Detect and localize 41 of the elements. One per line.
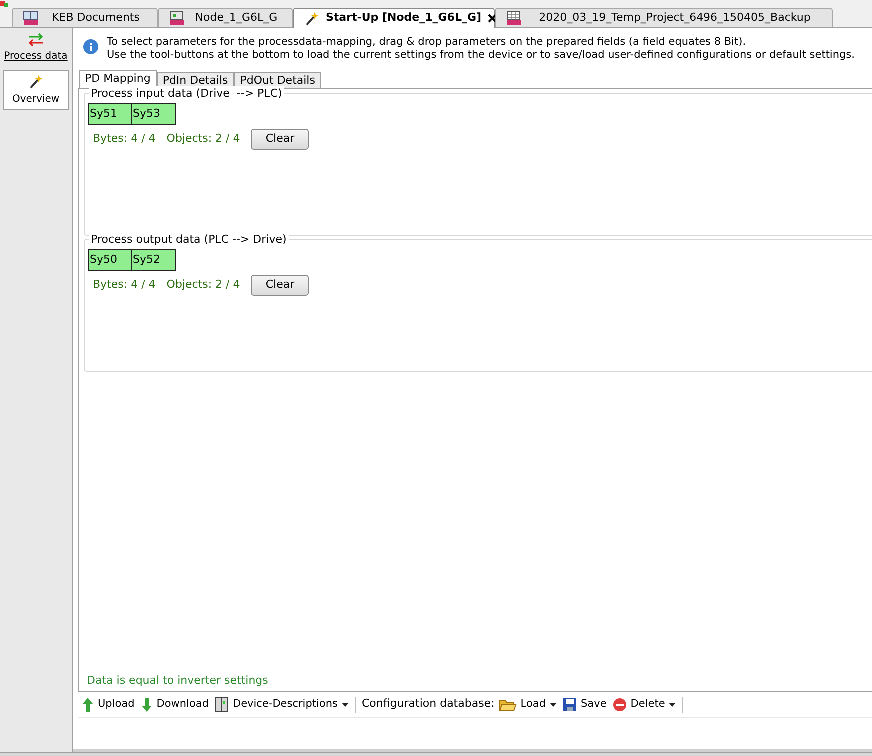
delete-icon — [612, 698, 627, 712]
clear-button[interactable]: Clear — [251, 129, 310, 150]
book-icon — [23, 11, 39, 25]
group-title: Process input data (Drive --> PLC) — [89, 86, 284, 102]
info-text: To select parameters for the processdata-mapping, drag & drop parameters on the prepared fields (a field equates 8 Bit). Use the tool-buttons at the bottom to load the current settings from the device or to save/load user-defined configurations or default settings. — [107, 36, 855, 62]
close-icon[interactable] — [488, 14, 497, 23]
toolbar-button[interactable]: Delete — [612, 696, 676, 712]
bytes-count: Bytes: 4 / 4 — [93, 131, 156, 148]
toolbar-button[interactable]: Download — [140, 696, 209, 712]
toolbar-button[interactable]: Save — [563, 696, 607, 712]
document-tab[interactable]: 2020_03_19_Temp_Project_6496_150405_Backup — [495, 8, 833, 27]
document-tab[interactable]: Node_1_G6L_G — [158, 8, 293, 27]
table-grid-icon — [506, 11, 522, 25]
objects-count: Objects: 2 / 4 — [166, 131, 240, 148]
wand-icon — [304, 10, 320, 26]
wand-icon — [28, 74, 44, 90]
toolbar-label: Configuration database: — [362, 696, 495, 712]
status-text: Data is equal to inverter settings — [86, 673, 270, 689]
bytes-count: Bytes: 4 / 4 — [93, 277, 156, 294]
toolbar-button[interactable]: Upload — [82, 696, 135, 712]
info-icon — [83, 39, 99, 55]
tab[interactable]: PdOut Details — [234, 72, 322, 88]
mapped-field[interactable]: Sy50 — [88, 249, 132, 271]
toolbar-button[interactable]: Device-Descriptions — [215, 696, 349, 712]
document-tab[interactable]: KEB Documents — [12, 8, 158, 27]
device-grid-icon — [169, 11, 185, 25]
app-icon — [0, 0, 8, 7]
up-arrow-icon — [82, 696, 94, 712]
swap-arrows-icon — [27, 32, 45, 46]
document-tab[interactable]: Start-Up [Node_1_G6L_G] — [293, 8, 495, 28]
objects-count: Objects: 2 / 4 — [166, 277, 240, 294]
down-arrow-icon — [140, 696, 153, 712]
group-title: Process output data (PLC --> Drive) — [89, 232, 289, 248]
mapped-field[interactable]: Sy52 — [132, 249, 176, 271]
mapped-field[interactable]: Sy53 — [132, 103, 176, 125]
toolbar-button[interactable]: Load — [498, 696, 557, 712]
sidebar-item[interactable]: Overview — [3, 70, 69, 110]
clear-button[interactable]: Clear — [251, 275, 310, 296]
cabinet-icon — [215, 696, 229, 712]
mapped-field[interactable]: Sy51 — [88, 103, 132, 125]
sidebar-item[interactable]: Process data — [3, 30, 69, 66]
